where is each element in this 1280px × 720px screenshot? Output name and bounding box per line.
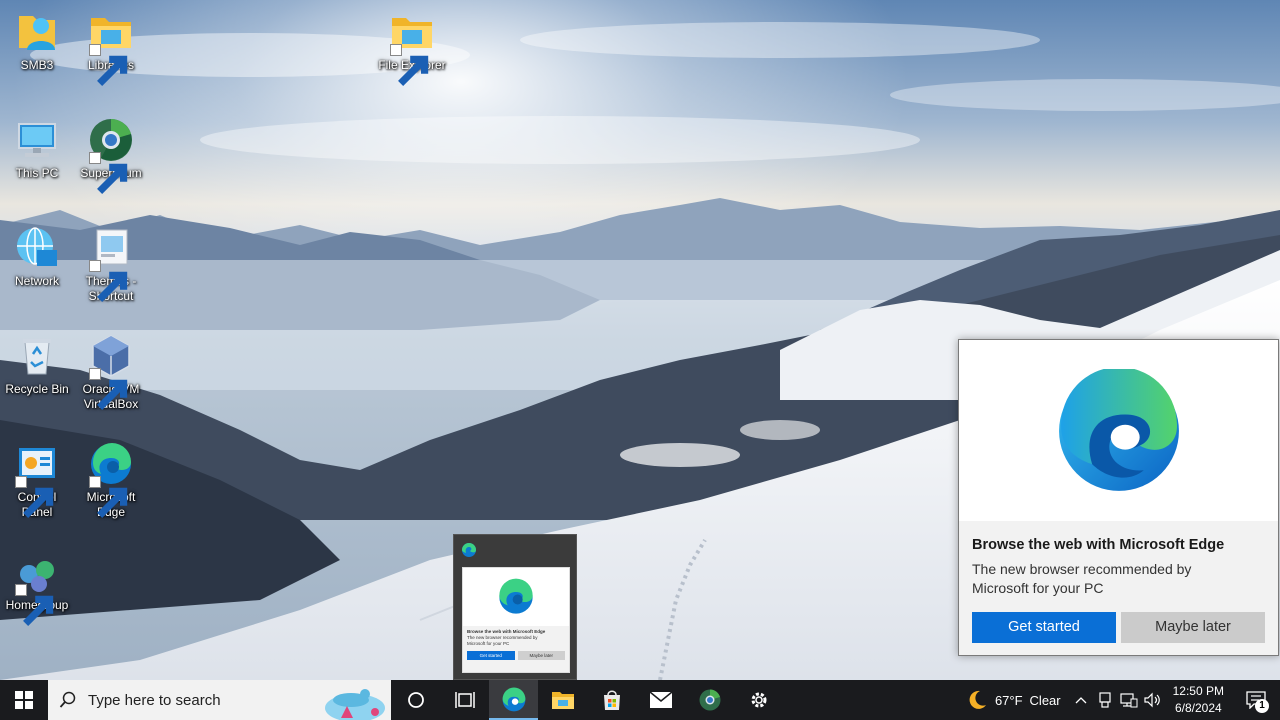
edge-logo-icon xyxy=(1058,368,1179,491)
taskbar-store-button[interactable] xyxy=(587,680,636,720)
thumbnail-hero xyxy=(463,568,569,626)
popup-title: Browse the web with Microsoft Edge xyxy=(972,537,1225,553)
search-input[interactable] xyxy=(88,691,318,709)
supermium-icon xyxy=(699,689,720,711)
edge-logo-icon xyxy=(499,578,533,614)
settings-icon xyxy=(751,692,766,708)
recycle-bin-icon xyxy=(23,339,51,375)
desktop-icon-label: SMB3 xyxy=(20,58,54,72)
desktop-icon-recycle-bin[interactable]: Recycle Bin xyxy=(0,332,74,397)
taskbar-file-explorer-button[interactable] xyxy=(538,680,587,720)
system-tray: 67°F Clear 12:50 PM 6/8/2024 1 xyxy=(958,680,1280,720)
start-button[interactable] xyxy=(0,680,48,720)
user-folder-icon xyxy=(19,16,55,50)
desktop-icon-control-panel[interactable]: Control Panel xyxy=(0,440,74,520)
desktop-icon-file-explorer[interactable]: File Explorer xyxy=(374,8,450,86)
thumbnail-window: Browse the web with Microsoft Edge The n… xyxy=(462,567,570,673)
taskbar: 67°F Clear xyxy=(0,680,1280,720)
thumbnail-get-started: Get started xyxy=(467,651,515,660)
desktop-icon-this-pc[interactable]: This PC xyxy=(0,116,74,181)
maybe-later-button[interactable]: Maybe later xyxy=(1121,612,1265,643)
moon-icon xyxy=(969,690,986,709)
edge-icon xyxy=(502,687,525,712)
weather-temp: 67°F xyxy=(994,692,1023,708)
popup-body: The new browser recommended by Microsoft… xyxy=(972,561,1192,596)
thumbnail-maybe-later: Maybe later xyxy=(517,651,565,660)
shortcut-arrow-icon xyxy=(89,152,128,194)
desktop-icon-homegroup[interactable]: Homegroup xyxy=(0,548,74,626)
computer-icon xyxy=(18,123,56,157)
desktop-icon-network[interactable]: Network xyxy=(0,224,74,289)
taskbar-thumbnail-preview[interactable]: Browse the web with Microsoft Edge The n… xyxy=(453,534,577,680)
clock-date: 6/8/2024 xyxy=(1174,701,1222,715)
search-icon xyxy=(59,691,76,708)
taskbar-clock[interactable]: 12:50 PM 6/8/2024 xyxy=(1165,683,1232,717)
edge-icon xyxy=(462,543,476,557)
store-icon xyxy=(603,690,620,710)
show-hidden-icons-button[interactable] xyxy=(1069,680,1093,720)
taskbar-mail-button[interactable] xyxy=(636,680,685,720)
shortcut-arrow-icon xyxy=(89,260,128,302)
thumbnail-body: The new browser recommended by Microsoft… xyxy=(467,635,538,646)
desktop-icon-label: Network xyxy=(14,274,59,288)
speaker-icon xyxy=(1144,692,1160,708)
mail-icon xyxy=(649,691,672,708)
desktop-icon-label: This PC xyxy=(15,166,59,180)
windows-logo-icon xyxy=(15,691,33,709)
taskbar-supermium-button[interactable] xyxy=(685,680,734,720)
search-highlight-art-icon xyxy=(325,689,385,720)
desktop-icon-themes-shortcut[interactable]: Themes - Shortcut xyxy=(74,224,148,304)
chevron-up-icon xyxy=(1075,697,1087,704)
shortcut-arrow-icon xyxy=(89,368,128,410)
edge-recommendation-popup: Browse the web with Microsoft Edge The n… xyxy=(958,339,1279,656)
usb-device-icon xyxy=(1099,692,1111,708)
notification-count-badge: 1 xyxy=(1255,699,1269,713)
shortcut-arrow-icon xyxy=(390,44,429,86)
popup-hero xyxy=(959,340,1278,521)
task-view-button[interactable] xyxy=(440,680,489,720)
file-explorer-icon xyxy=(551,692,574,709)
weather-widget[interactable]: 67°F Clear xyxy=(958,689,1069,711)
get-started-button[interactable]: Get started xyxy=(972,612,1116,643)
taskbar-edge-button[interactable] xyxy=(489,680,538,720)
action-center-button[interactable]: 1 xyxy=(1232,680,1280,720)
shortcut-arrow-icon xyxy=(89,44,128,86)
weather-condition: Clear xyxy=(1029,692,1061,708)
desktop-icon-supermium[interactable]: Supermium xyxy=(74,116,148,194)
shortcut-arrow-icon xyxy=(15,584,54,626)
shortcut-arrow-icon xyxy=(15,476,54,518)
tray-usb-button[interactable] xyxy=(1093,680,1117,720)
desktop-icon-libraries[interactable]: Libraries xyxy=(74,8,148,86)
taskbar-settings-button[interactable] xyxy=(734,680,783,720)
network-wired-icon xyxy=(1120,693,1138,708)
desktop-icon-microsoft-edge[interactable]: Microsoft Edge xyxy=(74,440,148,520)
cortana-icon xyxy=(407,692,424,708)
tray-volume-button[interactable] xyxy=(1141,680,1165,720)
desktop-icon-label: Recycle Bin xyxy=(5,382,69,396)
desktop-icon-virtualbox[interactable]: Oracle VM VirtualBox xyxy=(74,332,148,412)
network-globe-icon xyxy=(17,227,57,266)
clock-time: 12:50 PM xyxy=(1172,684,1224,698)
tray-network-button[interactable] xyxy=(1117,680,1141,720)
desktop-icon-smb3[interactable]: SMB3 xyxy=(0,8,74,73)
taskbar-search-box[interactable] xyxy=(48,680,391,720)
cortana-button[interactable] xyxy=(391,680,440,720)
task-view-icon xyxy=(454,692,475,708)
shortcut-arrow-icon xyxy=(89,476,128,518)
